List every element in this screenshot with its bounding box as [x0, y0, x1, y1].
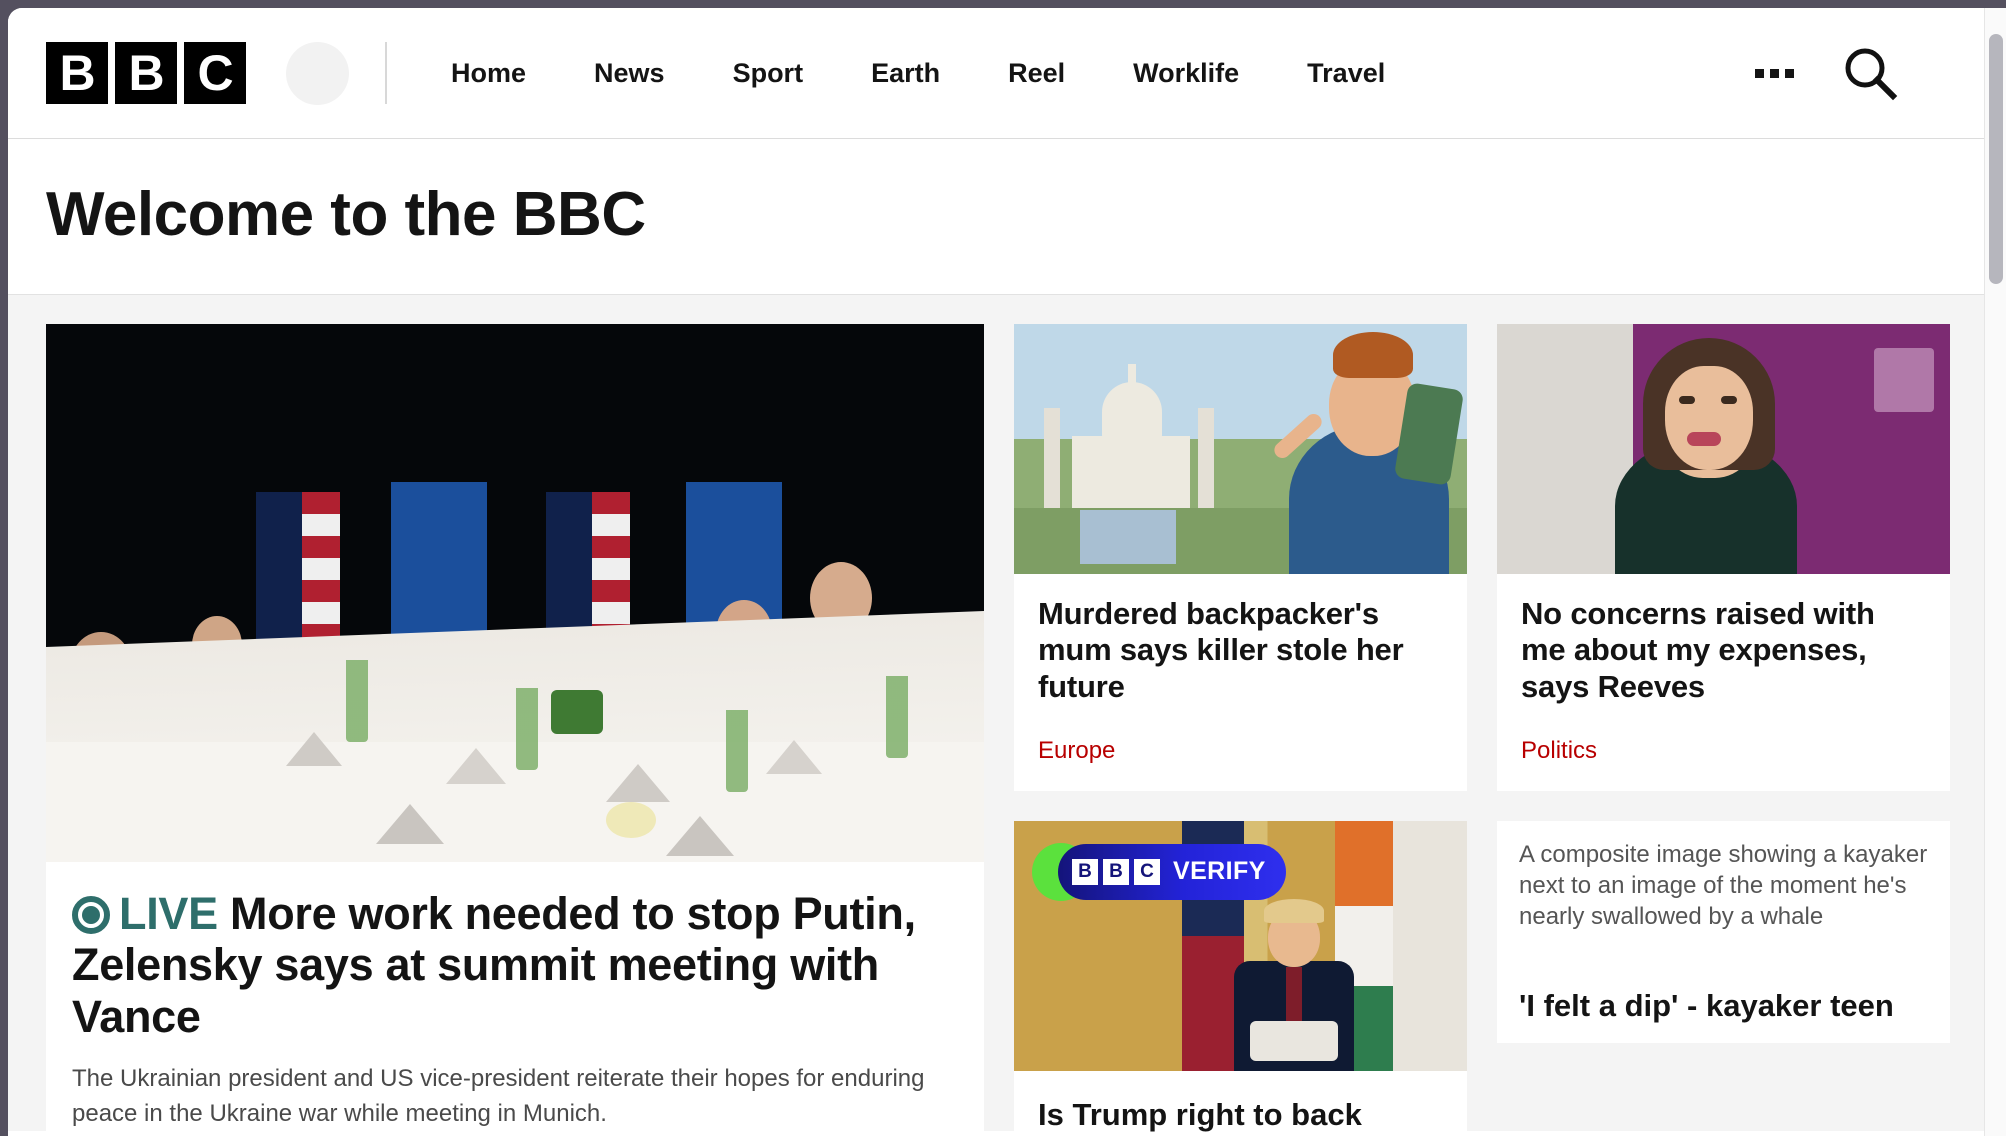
nav-item-news[interactable]: News [560, 58, 699, 89]
backpacker-thumbnail [1014, 324, 1467, 574]
verify-logo-b2: B [1103, 858, 1129, 885]
primary-navigation: Home News Sport Earth Reel Worklife Trav… [417, 58, 1419, 89]
logo-block-3: C [184, 42, 246, 104]
page-title-bar: Welcome to the BBC [8, 139, 1984, 295]
bbc-logo[interactable]: B B C [46, 42, 246, 104]
site-masthead: B B C Home News Sport Earth Reel Worklif… [8, 8, 1984, 139]
verify-trump-headline: Is Trump right to back [1038, 1096, 1362, 1132]
content-grid: LIVE More work needed to stop Putin, Zel… [8, 295, 1984, 1136]
hero-image [46, 324, 984, 862]
verify-word: VERIFY [1173, 857, 1266, 886]
nav-item-worklife[interactable]: Worklife [1099, 58, 1273, 89]
nav-item-home[interactable]: Home [417, 58, 560, 89]
live-badge: LIVE [72, 888, 218, 939]
story-card-kayaker[interactable]: A composite image showing a kayaker next… [1497, 820, 1950, 1043]
reeves-topic-tag[interactable]: Politics [1521, 737, 1926, 765]
verify-pill: B B C VERIFY [1058, 843, 1286, 900]
hero-column: LIVE More work needed to stop Putin, Zel… [46, 324, 984, 1136]
reeves-headline: No concerns raised with me about my expe… [1521, 596, 1875, 704]
nav-item-sport[interactable]: Sport [699, 58, 838, 89]
logo-block-2: B [115, 42, 177, 104]
live-label: LIVE [119, 888, 218, 939]
trump-thumbnail: B B C VERIFY [1014, 820, 1467, 1071]
vertical-scrollbar-track[interactable] [1984, 8, 2006, 1136]
nav-item-earth[interactable]: Earth [837, 58, 974, 89]
more-ellipsis-icon[interactable] [1755, 68, 1794, 78]
nav-item-travel[interactable]: Travel [1273, 58, 1419, 89]
live-ring-icon [72, 896, 110, 934]
verify-logo-c: C [1134, 858, 1160, 885]
hero-summary: The Ukrainian president and US vice-pres… [72, 1064, 925, 1127]
nav-item-reel[interactable]: Reel [974, 58, 1099, 89]
hero-headline: LIVE More work needed to stop Putin, Zel… [46, 862, 984, 1042]
masthead-actions [1755, 45, 1946, 101]
story-card-backpacker[interactable]: Murdered backpacker's mum says killer st… [1014, 324, 1467, 791]
right-column: No concerns raised with me about my expe… [1497, 324, 1950, 1131]
page-viewport: B B C Home News Sport Earth Reel Worklif… [8, 8, 2006, 1136]
verify-logo-b1: B [1072, 858, 1098, 885]
kayaker-headline: 'I felt a dip' - kayaker teen [1519, 988, 1894, 1024]
browser-window-frame: B B C Home News Sport Earth Reel Worklif… [0, 0, 2006, 1136]
bbc-verify-badge: B B C VERIFY [1032, 842, 1286, 901]
vertical-scrollbar-thumb[interactable] [1989, 34, 2003, 284]
nav-divider [385, 42, 387, 104]
story-card-reeves[interactable]: No concerns raised with me about my expe… [1497, 324, 1950, 791]
story-card-verify-trump[interactable]: B B C VERIFY Is Trump right to back [1014, 820, 1467, 1134]
backpacker-card-body: Murdered backpacker's mum says killer st… [1014, 574, 1467, 791]
backpacker-headline: Murdered backpacker's mum says killer st… [1038, 596, 1404, 704]
hero-story-card[interactable]: LIVE More work needed to stop Putin, Zel… [46, 324, 984, 1136]
search-icon[interactable] [1842, 45, 1898, 101]
logo-block-1: B [46, 42, 108, 104]
reeves-thumbnail [1497, 324, 1950, 574]
kayaker-image-alt-text: A composite image showing a kayaker next… [1519, 840, 1928, 931]
backpacker-topic-tag[interactable]: Europe [1038, 737, 1443, 765]
middle-column: Murdered backpacker's mum says killer st… [1014, 324, 1467, 1134]
account-avatar[interactable] [286, 41, 349, 105]
page-title: Welcome to the BBC [46, 180, 646, 249]
reeves-card-body: No concerns raised with me about my expe… [1497, 574, 1950, 791]
